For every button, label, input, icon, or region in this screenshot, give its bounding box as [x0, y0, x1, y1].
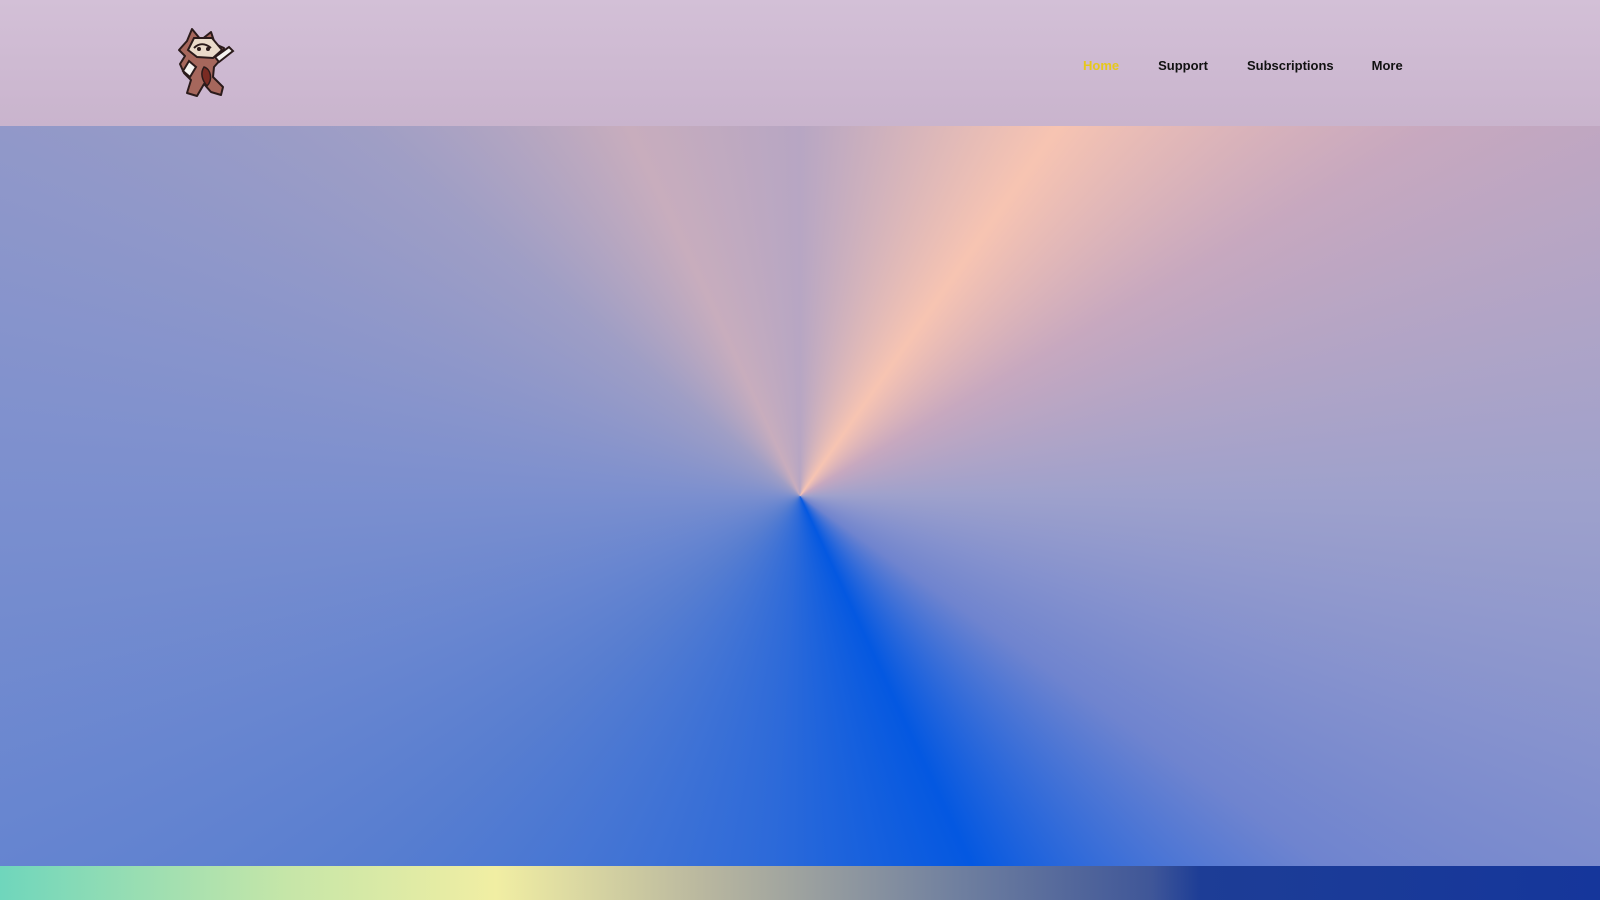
- nav-more[interactable]: More: [1372, 58, 1403, 73]
- nav-support[interactable]: Support: [1158, 58, 1208, 73]
- site-logo[interactable]: [166, 22, 244, 100]
- cartoon-raccoon-mascot-icon: [178, 28, 235, 97]
- main-navigation: Home Support Subscriptions More: [1063, 58, 1403, 73]
- nav-home[interactable]: Home: [1083, 58, 1119, 73]
- footer-gradient-strip: [0, 866, 1600, 900]
- nav-subscriptions[interactable]: Subscriptions: [1247, 58, 1334, 73]
- hero-gradient-background: [0, 126, 1600, 866]
- page: Home Support Subscriptions More: [0, 0, 1600, 900]
- site-header: Home Support Subscriptions More: [0, 0, 1600, 126]
